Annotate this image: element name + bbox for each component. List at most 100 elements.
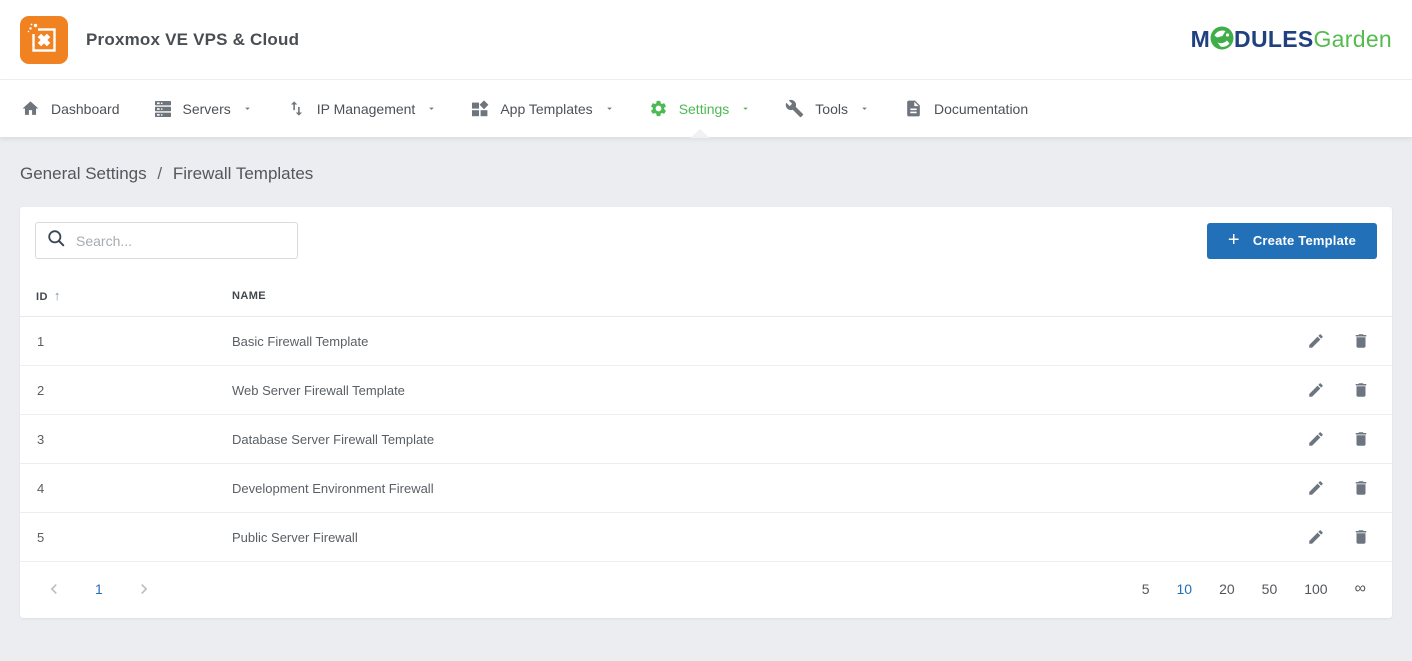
cell-name: Public Server Firewall [232, 513, 996, 562]
next-page-button[interactable] [132, 577, 156, 601]
trash-icon [1352, 430, 1370, 448]
sort-ascending-icon: ↑ [54, 288, 61, 303]
column-header-name[interactable]: NAME [232, 273, 996, 317]
trash-icon [1352, 528, 1370, 546]
table-header-row: ID↑ NAME [20, 273, 1392, 317]
document-icon [904, 99, 923, 118]
edit-button[interactable] [1304, 427, 1328, 451]
brand-text-dules: DULES [1234, 26, 1313, 53]
chevron-left-icon [44, 579, 64, 599]
breadcrumb-section[interactable]: General Settings [20, 164, 147, 183]
app-grid-icon [471, 100, 489, 118]
create-template-button[interactable]: + Create Template [1207, 223, 1377, 259]
search-icon [47, 229, 65, 252]
edit-button[interactable] [1304, 329, 1328, 353]
chevron-down-icon [604, 103, 615, 114]
main-nav: Dashboard Servers [0, 80, 1412, 137]
pager: 1 [42, 577, 156, 601]
cell-id: 1 [20, 317, 232, 366]
home-icon [21, 99, 40, 118]
plus-icon: + [1228, 230, 1240, 250]
swap-vertical-icon [287, 99, 306, 118]
nav-label: Settings [679, 101, 730, 117]
table-row: 5 Public Server Firewall [20, 513, 1392, 562]
pencil-icon [1307, 381, 1325, 399]
trash-icon [1352, 332, 1370, 350]
cell-id: 2 [20, 366, 232, 415]
cell-id: 5 [20, 513, 232, 562]
nav-label: Documentation [934, 101, 1028, 117]
delete-button[interactable] [1349, 476, 1373, 500]
nav-item-ip-management[interactable]: IP Management [270, 80, 455, 137]
pencil-icon [1307, 528, 1325, 546]
pencil-icon [1307, 332, 1325, 350]
templates-table: ID↑ NAME 1 Basic Firewall Template [20, 273, 1392, 562]
table-footer: 1 5 10 20 50 100 ∞ [20, 562, 1392, 618]
trash-icon [1352, 381, 1370, 399]
chevron-down-icon [859, 103, 870, 114]
chevron-down-icon [426, 103, 437, 114]
page-title: Proxmox VE VPS & Cloud [86, 30, 299, 50]
table-row: 4 Development Environment Firewall [20, 464, 1392, 513]
servers-icon [154, 100, 172, 118]
table-row: 1 Basic Firewall Template [20, 317, 1392, 366]
app-header: Proxmox VE VPS & Cloud M DULES Garden [0, 0, 1412, 80]
nav-label: Dashboard [51, 101, 120, 117]
content-area: General Settings / Firewall Templates + … [0, 137, 1412, 618]
delete-button[interactable] [1349, 427, 1373, 451]
page-size-option-all[interactable]: ∞ [1355, 580, 1366, 598]
nav-label: Servers [183, 101, 231, 117]
search-box [35, 222, 298, 259]
page-size-option[interactable]: 100 [1304, 581, 1327, 597]
page-size-option-active[interactable]: 10 [1177, 581, 1193, 597]
modulesgarden-logo[interactable]: M DULES Garden [1191, 24, 1392, 56]
brand-text-m: M [1191, 26, 1210, 53]
table-row: 3 Database Server Firewall Template [20, 415, 1392, 464]
firewall-templates-card: + Create Template ID↑ NAME 1 [20, 207, 1392, 618]
pencil-icon [1307, 479, 1325, 497]
nav-label: App Templates [500, 101, 592, 117]
nav-item-documentation[interactable]: Documentation [887, 80, 1045, 137]
nav-label: Tools [815, 101, 848, 117]
edit-button[interactable] [1304, 476, 1328, 500]
breadcrumb: General Settings / Firewall Templates [20, 137, 1392, 207]
page-size-option[interactable]: 50 [1262, 581, 1278, 597]
search-input[interactable] [76, 233, 286, 249]
nav-item-settings[interactable]: Settings [632, 80, 769, 137]
cell-id: 3 [20, 415, 232, 464]
pencil-icon [1307, 430, 1325, 448]
edit-button[interactable] [1304, 525, 1328, 549]
create-template-label: Create Template [1253, 233, 1356, 248]
nav-item-servers[interactable]: Servers [137, 80, 270, 137]
nav-item-tools[interactable]: Tools [768, 80, 887, 137]
page-size-selector: 5 10 20 50 100 ∞ [1142, 580, 1376, 598]
cell-name: Development Environment Firewall [232, 464, 996, 513]
page-size-option[interactable]: 5 [1142, 581, 1150, 597]
edit-button[interactable] [1304, 378, 1328, 402]
page-number[interactable]: 1 [91, 581, 107, 597]
cell-name: Basic Firewall Template [232, 317, 996, 366]
cell-id: 4 [20, 464, 232, 513]
wrench-icon [785, 99, 804, 118]
previous-page-button[interactable] [42, 577, 66, 601]
chevron-down-icon [242, 103, 253, 114]
delete-button[interactable] [1349, 525, 1373, 549]
brand-text-garden: Garden [1313, 26, 1392, 53]
chevron-down-icon [740, 103, 751, 114]
column-header-id[interactable]: ID↑ [20, 273, 232, 317]
cell-name: Web Server Firewall Template [232, 366, 996, 415]
chevron-right-icon [134, 579, 154, 599]
column-header-actions [996, 273, 1392, 317]
globe-icon [1209, 25, 1235, 57]
delete-button[interactable] [1349, 378, 1373, 402]
app-logo-icon [20, 16, 68, 64]
nav-item-app-templates[interactable]: App Templates [454, 80, 631, 137]
nav-item-dashboard[interactable]: Dashboard [4, 80, 137, 137]
breadcrumb-separator: / [157, 164, 162, 183]
trash-icon [1352, 479, 1370, 497]
page-size-option[interactable]: 20 [1219, 581, 1235, 597]
cell-name: Database Server Firewall Template [232, 415, 996, 464]
delete-button[interactable] [1349, 329, 1373, 353]
gear-icon [649, 99, 668, 118]
table-row: 2 Web Server Firewall Template [20, 366, 1392, 415]
